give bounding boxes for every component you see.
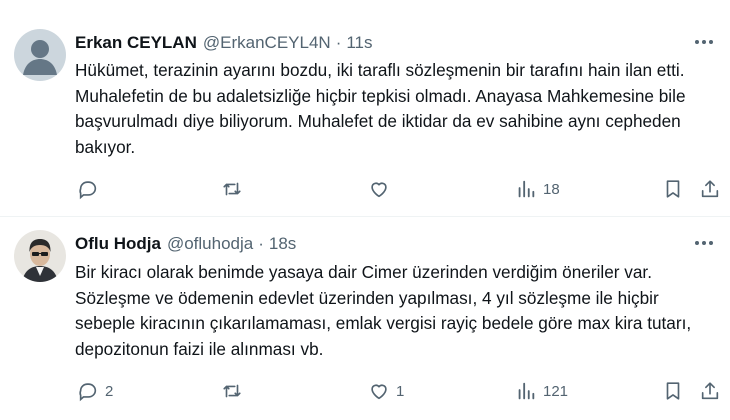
like-icon bbox=[371, 384, 387, 400]
retweet-button[interactable] bbox=[221, 379, 249, 403]
share-icon bbox=[701, 180, 719, 198]
tweet-header: Oflu Hodja @ofluhodja · 18s bbox=[75, 233, 670, 255]
views-button[interactable]: 18 bbox=[515, 177, 560, 201]
tweet-actions: 18 bbox=[75, 177, 725, 201]
retweet-icon bbox=[223, 182, 241, 196]
like-count: 1 bbox=[396, 382, 405, 400]
timestamp[interactable]: 11s bbox=[346, 33, 372, 53]
timeline-feed: Erkan CEYLAN @ErkanCEYL4N · 11s Hükümet,… bbox=[0, 0, 730, 420]
tweet[interactable]: Oflu Hodja @ofluhodja · 18s Bir kiracı o… bbox=[0, 217, 730, 420]
views-count: 121 bbox=[543, 382, 569, 400]
header-separator: · bbox=[335, 33, 342, 52]
bookmark-button[interactable] bbox=[662, 177, 684, 201]
author-handle[interactable]: @ErkanCEYL4N bbox=[203, 33, 331, 53]
like-button[interactable] bbox=[368, 177, 396, 201]
bookmark-icon bbox=[666, 180, 680, 198]
tweet-text: Hükümet, terazinin ayarını bozdu, iki ta… bbox=[75, 60, 686, 157]
tweet-actions: 2 1 121 bbox=[75, 379, 725, 403]
tweet[interactable]: Erkan CEYLAN @ErkanCEYL4N · 11s Hükümet,… bbox=[0, 0, 730, 217]
reply-count: 2 bbox=[105, 382, 114, 400]
tweet-header: Erkan CEYLAN @ErkanCEYL4N · 11s bbox=[75, 32, 670, 54]
like-button[interactable]: 1 bbox=[368, 379, 404, 403]
tweet-text: Bir kiracı olarak benimde yasaya dair Ci… bbox=[75, 262, 692, 359]
share-button[interactable] bbox=[699, 177, 721, 201]
retweet-button[interactable] bbox=[221, 177, 249, 201]
reply-button[interactable]: 2 bbox=[77, 379, 113, 403]
author-name[interactable]: Erkan CEYLAN bbox=[75, 33, 197, 53]
retweet-icon bbox=[223, 384, 241, 398]
bookmark-icon bbox=[666, 382, 680, 400]
views-button[interactable]: 121 bbox=[515, 379, 568, 403]
more-icon[interactable] bbox=[692, 32, 716, 52]
share-button[interactable] bbox=[699, 379, 721, 403]
views-icon bbox=[518, 180, 535, 198]
share-icon bbox=[701, 382, 719, 400]
reply-icon bbox=[79, 383, 97, 402]
like-icon bbox=[371, 182, 387, 198]
reply-button[interactable] bbox=[77, 177, 105, 201]
author-handle[interactable]: @ofluhodja bbox=[167, 234, 253, 254]
views-count: 18 bbox=[543, 180, 560, 198]
timestamp[interactable]: 18s bbox=[269, 234, 296, 254]
bookmark-button[interactable] bbox=[662, 379, 684, 403]
avatar[interactable] bbox=[14, 29, 66, 81]
more-icon[interactable] bbox=[692, 233, 716, 253]
author-name[interactable]: Oflu Hodja bbox=[75, 234, 161, 254]
avatar[interactable] bbox=[14, 230, 66, 282]
views-icon bbox=[518, 382, 535, 400]
reply-icon bbox=[79, 181, 97, 200]
header-separator: · bbox=[258, 234, 264, 253]
